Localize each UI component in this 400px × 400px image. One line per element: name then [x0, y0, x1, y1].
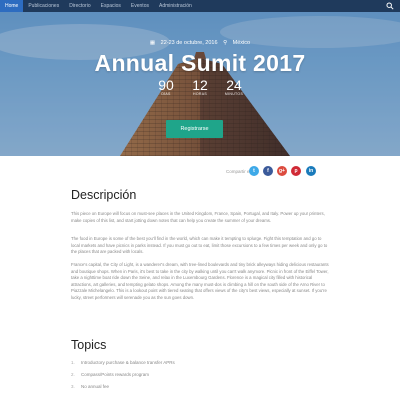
topic-number: 3. [71, 384, 75, 389]
top-nav: Home Publicaciones Directorio Espacios E… [0, 0, 400, 12]
linkedin-icon[interactable]: in [306, 166, 316, 176]
topics-section: Topics [71, 338, 331, 352]
description-paragraph: France's capital, the City of Light, is … [71, 262, 329, 300]
topics-body: 1. Introductory purchase & balance trans… [71, 357, 331, 393]
nav-item-directorio[interactable]: Directorio [64, 0, 95, 12]
list-item: 1. Introductory purchase & balance trans… [71, 357, 331, 369]
countdown-days-label: DÍAS [161, 92, 171, 96]
event-date: 22-23 de octubre, 2016 [160, 40, 218, 46]
countdown-minutes-value: 24 [226, 77, 242, 93]
countdown-days-value: 90 [158, 77, 174, 93]
countdown-minutes-label: MINUTOS [224, 92, 244, 96]
description-paragraph: The food in Europe is some of the best y… [71, 236, 328, 255]
topic-text: Compass/Points rewards program [81, 372, 150, 377]
topic-number: 1. [71, 360, 75, 365]
nav-item-espacios[interactable]: Espacios [96, 0, 126, 12]
description-section: Descripción [71, 188, 331, 202]
event-title: Annual Sumit 2017 [94, 50, 306, 76]
event-meta: ▦ 22-23 de octubre, 2016 ⚲ México [0, 40, 400, 46]
countdown-minutes: 24 MINUTOS [223, 78, 245, 96]
topic-text: Introductory purchase & balance transfer… [81, 360, 175, 365]
topic-text: No annual fee [81, 384, 110, 389]
facebook-icon[interactable]: f [263, 166, 273, 176]
search-icon[interactable] [386, 2, 394, 10]
nav-item-home[interactable]: Home [0, 0, 24, 12]
event-location: México [232, 40, 251, 46]
calendar-icon: ▦ [149, 40, 156, 46]
register-button[interactable]: Registrarse [166, 120, 223, 138]
topic-list: 1. Introductory purchase & balance trans… [71, 357, 331, 393]
share-row: Compartir en t f g+ p in [0, 166, 400, 178]
description-heading: Descripción [71, 188, 137, 202]
topics-heading: Topics [71, 338, 107, 352]
location-pin-icon: ⚲ [223, 40, 228, 46]
countdown-hours: 12 HORAS [189, 78, 211, 96]
countdown: 90 DÍAS 12 HORAS 24 MINUTOS [0, 78, 400, 96]
description-body-3: France's capital, the City of Light, is … [71, 262, 331, 302]
description-body: This piece on Europe will focus on must-… [71, 211, 331, 224]
countdown-hours-label: HORAS [193, 92, 207, 96]
google-plus-icon[interactable]: g+ [277, 166, 287, 176]
pinterest-icon[interactable]: p [291, 166, 301, 176]
nav-item-publicaciones[interactable]: Publicaciones [23, 0, 64, 12]
description-body-2: The food in Europe is some of the best y… [71, 236, 331, 256]
list-item: 2. Compass/Points rewards program [71, 369, 331, 381]
twitter-icon[interactable]: t [249, 166, 259, 176]
description-paragraph: This piece on Europe will focus on must-… [71, 211, 325, 223]
topic-number: 2. [71, 372, 75, 377]
list-item: 3. No annual fee [71, 381, 331, 393]
event-hero: ▦ 22-23 de octubre, 2016 ⚲ México Annual… [0, 12, 400, 156]
nav-item-eventos[interactable]: Eventos [126, 0, 154, 12]
countdown-days: 90 DÍAS [155, 78, 177, 96]
nav-item-administracion[interactable]: Administración [154, 0, 197, 12]
countdown-hours-value: 12 [192, 77, 208, 93]
